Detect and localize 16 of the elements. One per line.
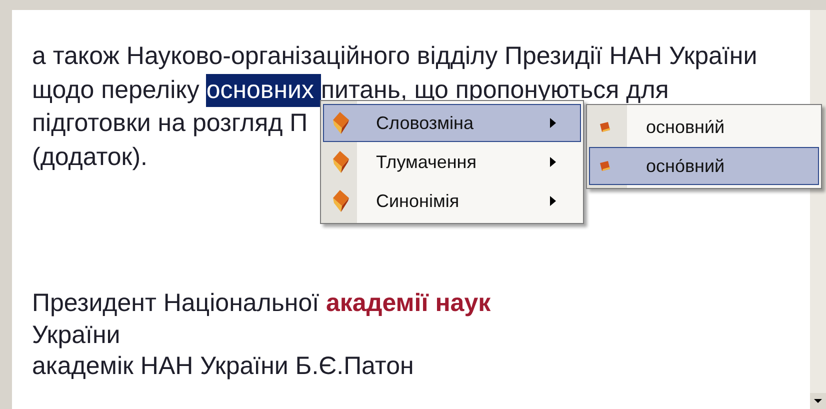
text-line: щодо переліку (32, 74, 200, 106)
selected-text: основних (206, 74, 321, 107)
text-line: питань, що пропонуються для (320, 74, 669, 106)
menu-item[interactable]: осно́вний (589, 147, 819, 185)
menu-item[interactable]: Тлумачення (323, 143, 581, 181)
menu-item[interactable]: Словозміна (323, 104, 581, 142)
menu-item[interactable]: основни́й (589, 108, 819, 146)
text-line: а також Науково-організаційного відділу Президії НАН України (32, 41, 758, 72)
down-arrow-icon (814, 399, 822, 403)
menu-item[interactable]: Синонімія (323, 182, 581, 220)
text-line: (додаток). (32, 142, 148, 172)
signature-line: Президент Національної академії наук (32, 288, 492, 319)
signature-line: академік НАН України Б.Є.Патон (32, 351, 415, 382)
scroll-down-button[interactable] (810, 393, 826, 409)
signature-line: України (32, 320, 122, 350)
text-line: підготовки на розгляд П (32, 108, 308, 139)
